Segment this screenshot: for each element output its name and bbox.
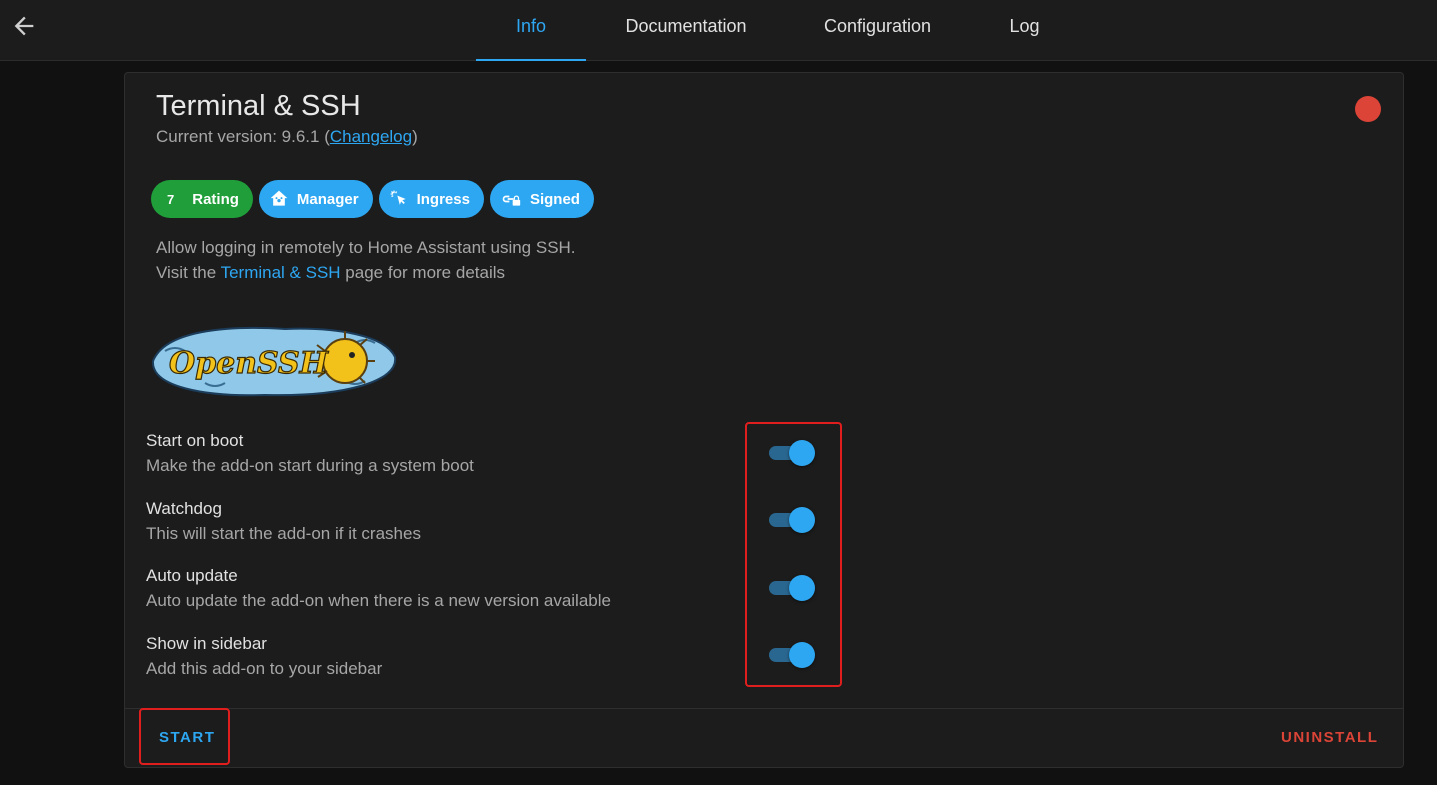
start-highlight-box [139,708,230,765]
addon-info-card: Terminal & SSH Current version: 9.6.1 (C… [124,72,1404,768]
tab-bar: Info Documentation Configuration Log [476,0,1080,61]
addon-version: Current version: 9.6.1 (Changelog) [156,127,418,146]
top-bar: Info Documentation Configuration Log [0,0,1437,61]
ingress-badge[interactable]: Ingress [378,180,484,218]
option-show-in-sidebar: Show in sidebar Add this add-on to your … [146,634,383,678]
option-watchdog: Watchdog This will start the add-on if i… [146,499,421,543]
back-arrow-icon[interactable] [10,12,38,40]
cursor-click-icon [390,190,406,205]
tab-info[interactable]: Info [476,0,586,61]
tab-log[interactable]: Log [969,0,1080,61]
tab-documentation[interactable]: Documentation [586,0,786,61]
addon-description: Allow logging in remotely to Home Assist… [156,238,576,282]
badge-row: 7 Rating Manager Ingress Signed [151,180,594,218]
addon-page-link[interactable]: Terminal & SSH [221,263,341,282]
manager-badge[interactable]: Manager [258,180,373,218]
card-actions-divider [125,708,1403,709]
rating-value: 7 [167,191,175,207]
changelog-link[interactable]: Changelog [330,127,412,146]
status-indicator [1355,96,1381,122]
link-lock-icon [502,195,521,206]
home-assistant-icon [270,190,288,206]
svg-text:OpenSSH: OpenSSH [169,346,330,381]
signed-badge[interactable]: Signed [489,180,594,218]
option-start-on-boot: Start on boot Make the add-on start duri… [146,431,474,475]
uninstall-button[interactable]: UNINSTALL [1281,729,1378,746]
addon-title: Terminal & SSH [156,90,361,122]
openssh-logo: OpenSSH [145,321,399,401]
option-auto-update: Auto update Auto update the add-on when … [146,566,611,610]
rating-badge[interactable]: 7 Rating [151,180,253,218]
tab-configuration[interactable]: Configuration [786,0,969,61]
toggles-highlight-box [745,422,842,687]
